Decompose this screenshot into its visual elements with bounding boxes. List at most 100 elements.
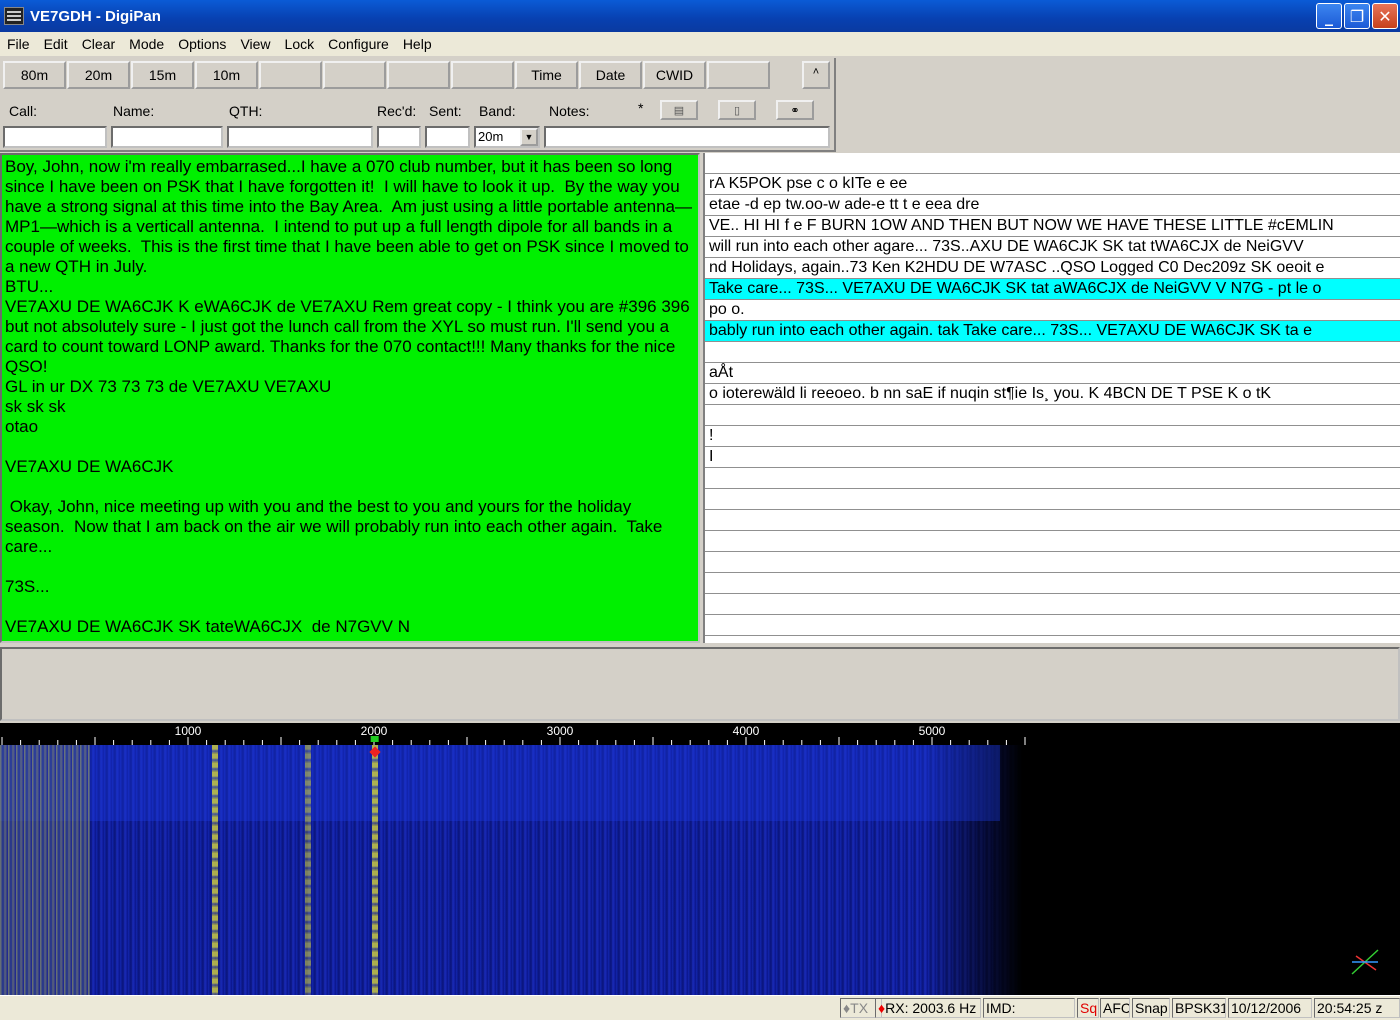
- name-label: Name:: [113, 103, 155, 119]
- band-20m-button[interactable]: 20m: [67, 61, 130, 89]
- maximize-button[interactable]: ❐: [1344, 3, 1370, 29]
- qth-input[interactable]: [227, 126, 373, 148]
- menu-lock[interactable]: Lock: [278, 36, 322, 52]
- rx-frequency: ♦RX: 2003.6 Hz: [875, 998, 981, 1018]
- close-button[interactable]: ✕: [1372, 3, 1398, 29]
- unsaved-marker: *: [638, 100, 644, 116]
- new-log-button[interactable]: ▯: [718, 100, 756, 120]
- recd-input[interactable]: [377, 126, 421, 148]
- scale-label: 1000: [175, 724, 202, 738]
- time-button[interactable]: Time: [515, 61, 578, 89]
- band-10m-button[interactable]: 10m: [195, 61, 258, 89]
- sent-label: Sent:: [429, 103, 462, 119]
- band-label: Band:: [479, 103, 516, 119]
- channel-row[interactable]: [705, 615, 1400, 636]
- time-readout: 20:54:25 z: [1314, 998, 1400, 1018]
- channel-row[interactable]: [705, 489, 1400, 510]
- binoculars-icon: ⚭: [790, 104, 800, 117]
- floppy-icon: ▤: [673, 104, 685, 117]
- waterfall-display[interactable]: 1000 2000 3000 4000 5000: [0, 723, 1400, 995]
- squelch-toggle[interactable]: Sq: [1077, 998, 1099, 1018]
- name-input[interactable]: [111, 126, 223, 148]
- date-button[interactable]: Date: [579, 61, 642, 89]
- macro-button-7[interactable]: [387, 61, 450, 89]
- snap-toggle[interactable]: Snap: [1132, 998, 1170, 1018]
- notes-label: Notes:: [549, 103, 590, 119]
- channel-row[interactable]: [705, 468, 1400, 489]
- channel-row[interactable]: will run into each other agare... 73S..A…: [705, 237, 1400, 258]
- signal-trace: [212, 745, 218, 995]
- waterfall-band: [0, 745, 1000, 821]
- waterfall-signal-cluster: [0, 745, 90, 995]
- cursor-bandwidth-marker: [370, 736, 379, 742]
- band-15m-button[interactable]: 15m: [131, 61, 194, 89]
- mode-indicator: BPSK31: [1172, 998, 1226, 1018]
- call-input[interactable]: [3, 126, 107, 148]
- channel-row[interactable]: [705, 531, 1400, 552]
- signal-trace: [305, 745, 311, 995]
- channel-row[interactable]: [705, 153, 1400, 174]
- menu-edit[interactable]: Edit: [37, 36, 75, 52]
- channel-row[interactable]: [705, 552, 1400, 573]
- receive-text-pane[interactable]: Boy, John, now i'm really embarrased...I…: [0, 153, 700, 643]
- channel-row[interactable]: aÅt: [705, 363, 1400, 384]
- menu-mode[interactable]: Mode: [122, 36, 171, 52]
- afc-toggle[interactable]: AFC: [1100, 998, 1130, 1018]
- scale-label: 4000: [733, 724, 760, 738]
- band-select-value: 20m: [478, 129, 504, 144]
- scale-label: 3000: [547, 724, 574, 738]
- sent-input[interactable]: [425, 126, 470, 148]
- channel-row[interactable]: !: [705, 426, 1400, 447]
- menu-options[interactable]: Options: [171, 36, 233, 52]
- macro-button-12[interactable]: [707, 61, 770, 89]
- menu-help[interactable]: Help: [396, 36, 439, 52]
- channel-row[interactable]: VE.. HI HI f e F BURN 1OW AND THEN BUT N…: [705, 216, 1400, 237]
- macro-button-5[interactable]: [259, 61, 322, 89]
- transmit-text-pane[interactable]: [0, 647, 1400, 721]
- minimize-button[interactable]: _: [1316, 3, 1342, 29]
- macro-button-6[interactable]: [323, 61, 386, 89]
- channel-row[interactable]: [705, 510, 1400, 531]
- save-log-button[interactable]: ▤: [660, 100, 698, 120]
- channel-row[interactable]: nd Holidays, again..73 Ken K2HDU DE W7AS…: [705, 258, 1400, 279]
- channel-row[interactable]: [705, 573, 1400, 594]
- scale-label: 5000: [919, 724, 946, 738]
- channel-row[interactable]: etae -d ep tw.oo-w ade-e tt t e eea dre: [705, 195, 1400, 216]
- menu-view[interactable]: View: [233, 36, 277, 52]
- toolbar: 80m 20m 15m 10m Time Date CWID ˄ Call: N…: [0, 58, 836, 152]
- app-icon: [4, 7, 24, 25]
- imd-readout: IMD:: [983, 998, 1075, 1018]
- page-icon: ▯: [733, 104, 741, 117]
- toolbar-scroll-up-button[interactable]: ˄: [802, 61, 830, 89]
- recd-label: Rec'd:: [377, 103, 417, 119]
- chevron-down-icon[interactable]: ▼: [520, 128, 538, 146]
- channel-list: rA K5POK pse c o kITe e ee etae -d ep tw.…: [703, 153, 1400, 643]
- crosshair-icon: [1351, 949, 1379, 975]
- channel-row[interactable]: [705, 405, 1400, 426]
- status-bar: ♦TX ♦RX: 2003.6 Hz IMD: Sq AFC Snap BPSK…: [0, 995, 1400, 1020]
- channel-row[interactable]: bably run into each other again. tak Tak…: [705, 321, 1400, 342]
- frequency-scale: 1000 2000 3000 4000 5000: [1, 724, 1026, 745]
- search-log-button[interactable]: ⚭: [776, 100, 814, 120]
- cwid-button[interactable]: CWID: [643, 61, 706, 89]
- channel-row[interactable]: rA K5POK pse c o kITe e ee: [705, 174, 1400, 195]
- channel-row[interactable]: o ioterewäld li reeoeo. b nn saE if nuqi…: [705, 384, 1400, 405]
- channel-row[interactable]: [705, 594, 1400, 615]
- channel-row[interactable]: Take care... 73S... VE7AXU DE WA6CJK SK …: [705, 279, 1400, 300]
- date-readout: 10/12/2006: [1228, 998, 1312, 1018]
- channel-row[interactable]: I: [705, 447, 1400, 468]
- qth-label: QTH:: [229, 103, 263, 119]
- channel-row[interactable]: po o.: [705, 300, 1400, 321]
- menu-file[interactable]: File: [0, 36, 37, 52]
- signal-trace: [372, 745, 378, 995]
- menu-clear[interactable]: Clear: [75, 36, 122, 52]
- title-bar: VE7GDH - DigiPan _ ❐ ✕: [0, 0, 1400, 32]
- channel-row[interactable]: [705, 342, 1400, 363]
- menu-bar: File Edit Clear Mode Options View Lock C…: [0, 32, 1400, 56]
- menu-configure[interactable]: Configure: [321, 36, 396, 52]
- band-select[interactable]: 20m ▼: [474, 126, 540, 148]
- macro-button-8[interactable]: [451, 61, 514, 89]
- band-80m-button[interactable]: 80m: [3, 61, 66, 89]
- digipan-window: VE7GDH - DigiPan _ ❐ ✕ File Edit Clear M…: [0, 0, 1400, 1020]
- notes-input[interactable]: [544, 126, 830, 148]
